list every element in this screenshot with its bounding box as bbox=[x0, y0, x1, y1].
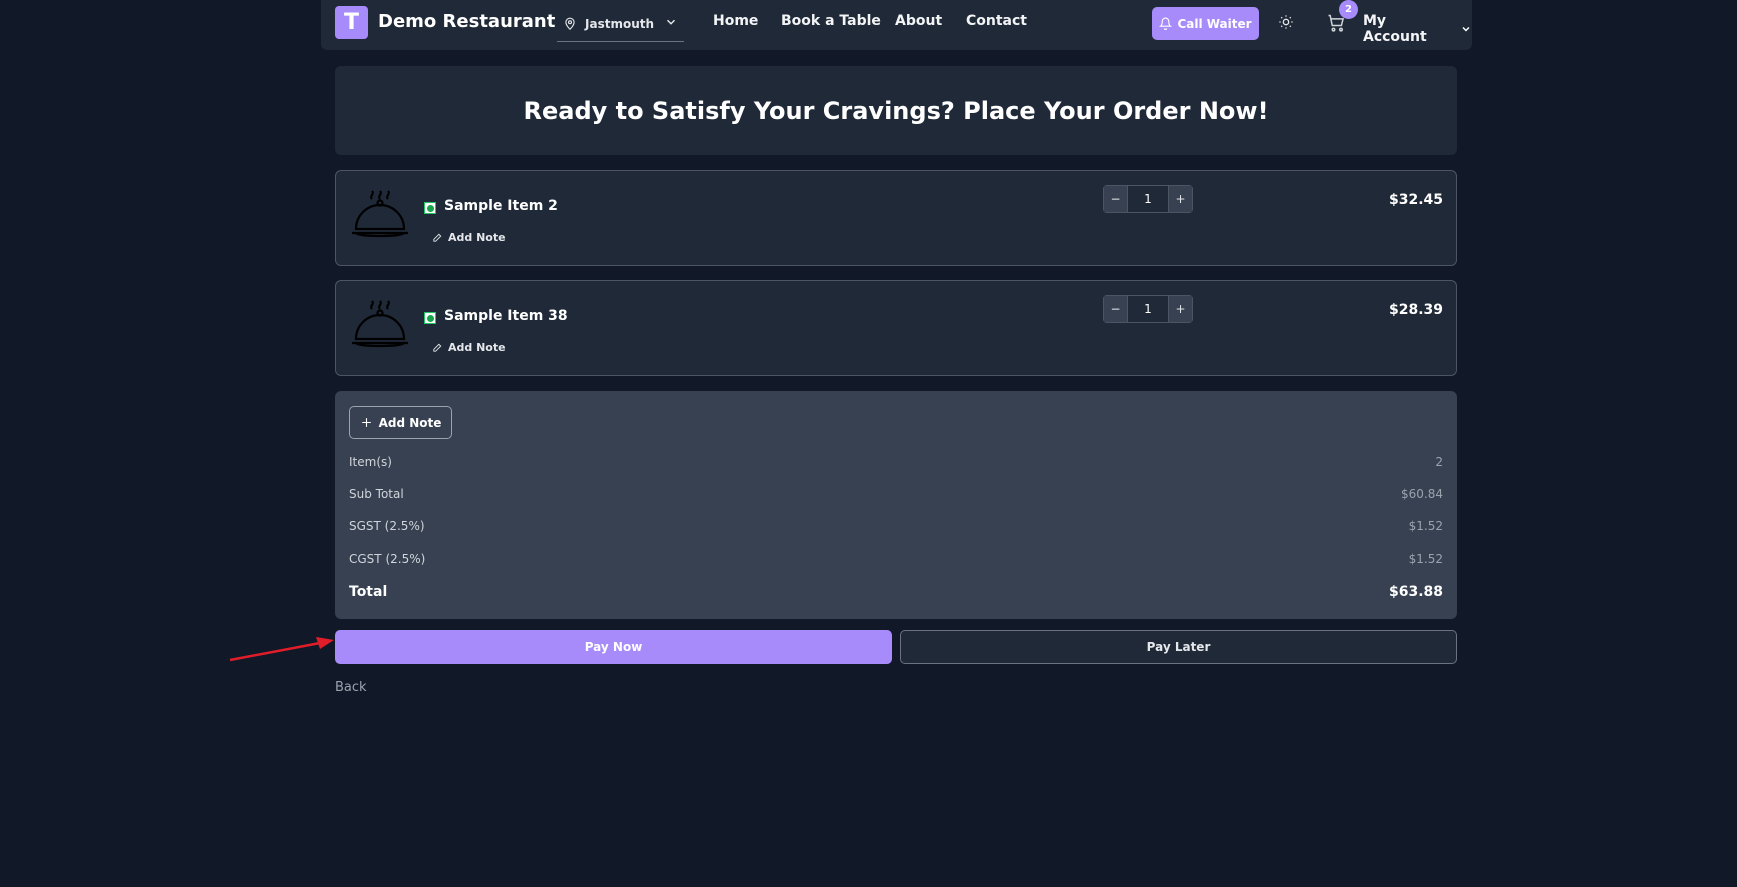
quantity-value[interactable]: 1 bbox=[1127, 296, 1169, 322]
order-hero-banner: Ready to Satisfy Your Cravings? Place Yo… bbox=[335, 66, 1457, 155]
veg-indicator-icon bbox=[424, 312, 436, 324]
summary-row-cgst: CGST (2.5%) $1.52 bbox=[349, 552, 1443, 566]
top-navbar: T Demo Restaurant Jastmouth Home Book a … bbox=[321, 0, 1472, 50]
cloche-icon bbox=[352, 190, 408, 238]
item-add-note-link[interactable]: Add Note bbox=[432, 231, 506, 244]
nav-contact[interactable]: Contact bbox=[966, 13, 1027, 29]
summary-label: SGST (2.5%) bbox=[349, 519, 425, 533]
veg-indicator-icon bbox=[424, 202, 436, 214]
summary-label: Sub Total bbox=[349, 487, 404, 501]
theme-toggle[interactable] bbox=[1278, 14, 1294, 34]
quantity-stepper: − 1 + bbox=[1103, 295, 1193, 323]
summary-label: CGST (2.5%) bbox=[349, 552, 426, 566]
call-waiter-button[interactable]: Call Waiter bbox=[1152, 7, 1259, 40]
chevron-down-icon bbox=[1462, 26, 1470, 32]
add-order-note-button[interactable]: Add Note bbox=[349, 406, 452, 439]
cloche-icon bbox=[352, 300, 408, 348]
sun-icon bbox=[1279, 15, 1293, 29]
summary-value: 2 bbox=[1435, 455, 1443, 469]
item-name: Sample Item 38 bbox=[444, 308, 568, 324]
item-name: Sample Item 2 bbox=[444, 198, 558, 214]
cart-item: Sample Item 2 Add Note − 1 + $32.45 bbox=[335, 170, 1457, 266]
total-label: Total bbox=[349, 584, 388, 600]
nav-home[interactable]: Home bbox=[713, 13, 758, 29]
location-selector[interactable]: Jastmouth bbox=[557, 6, 684, 42]
bell-icon bbox=[1159, 17, 1173, 30]
call-waiter-label: Call Waiter bbox=[1177, 16, 1252, 31]
summary-value: $1.52 bbox=[1408, 552, 1443, 566]
my-account-menu[interactable]: My Account bbox=[1363, 13, 1472, 45]
increment-button[interactable]: + bbox=[1169, 296, 1192, 322]
nav-about[interactable]: About bbox=[895, 13, 942, 29]
summary-row-subtotal: Sub Total $60.84 bbox=[349, 487, 1443, 501]
cart-item: Sample Item 38 Add Note − 1 + $28.39 bbox=[335, 280, 1457, 376]
summary-label: Item(s) bbox=[349, 455, 392, 469]
pay-now-button[interactable]: Pay Now bbox=[335, 630, 892, 664]
increment-button[interactable]: + bbox=[1169, 186, 1192, 212]
item-note-label: Add Note bbox=[448, 231, 506, 244]
location-label: Jastmouth bbox=[585, 16, 655, 31]
back-link[interactable]: Back bbox=[335, 680, 367, 695]
item-add-note-link[interactable]: Add Note bbox=[432, 341, 506, 354]
quantity-stepper: − 1 + bbox=[1103, 185, 1193, 213]
item-price: $32.45 bbox=[1388, 192, 1443, 208]
pay-later-button[interactable]: Pay Later bbox=[900, 630, 1457, 664]
quantity-value[interactable]: 1 bbox=[1127, 186, 1169, 212]
decrement-button[interactable]: − bbox=[1104, 186, 1127, 212]
item-price: $28.39 bbox=[1388, 302, 1443, 318]
summary-row-sgst: SGST (2.5%) $1.52 bbox=[349, 519, 1443, 533]
location-pin-icon bbox=[565, 17, 575, 30]
cart-count-badge: 2 bbox=[1339, 0, 1358, 19]
account-label: My Account bbox=[1363, 13, 1427, 45]
nav-book-a-table[interactable]: Book a Table bbox=[781, 13, 881, 29]
pencil-icon bbox=[433, 343, 442, 352]
chevron-down-icon bbox=[666, 19, 676, 25]
add-note-label: Add Note bbox=[378, 415, 442, 430]
plus-icon bbox=[361, 418, 371, 427]
logo-letter: T bbox=[343, 10, 359, 35]
summary-row-items: Item(s) 2 bbox=[349, 455, 1443, 469]
summary-value: $1.52 bbox=[1408, 519, 1443, 533]
restaurant-logo[interactable]: T bbox=[335, 6, 368, 39]
brand-name[interactable]: Demo Restaurant bbox=[378, 11, 555, 32]
item-note-label: Add Note bbox=[448, 341, 506, 354]
annotation-arrow-icon bbox=[229, 637, 334, 662]
decrement-button[interactable]: − bbox=[1104, 296, 1127, 322]
summary-row-total: Total $63.88 bbox=[349, 584, 1443, 600]
summary-value: $60.84 bbox=[1401, 487, 1443, 501]
page-title: Ready to Satisfy Your Cravings? Place Yo… bbox=[523, 96, 1269, 125]
pencil-icon bbox=[433, 233, 442, 242]
total-value: $63.88 bbox=[1388, 584, 1443, 600]
order-summary: Add Note Item(s) 2 Sub Total $60.84 SGST… bbox=[335, 391, 1457, 619]
